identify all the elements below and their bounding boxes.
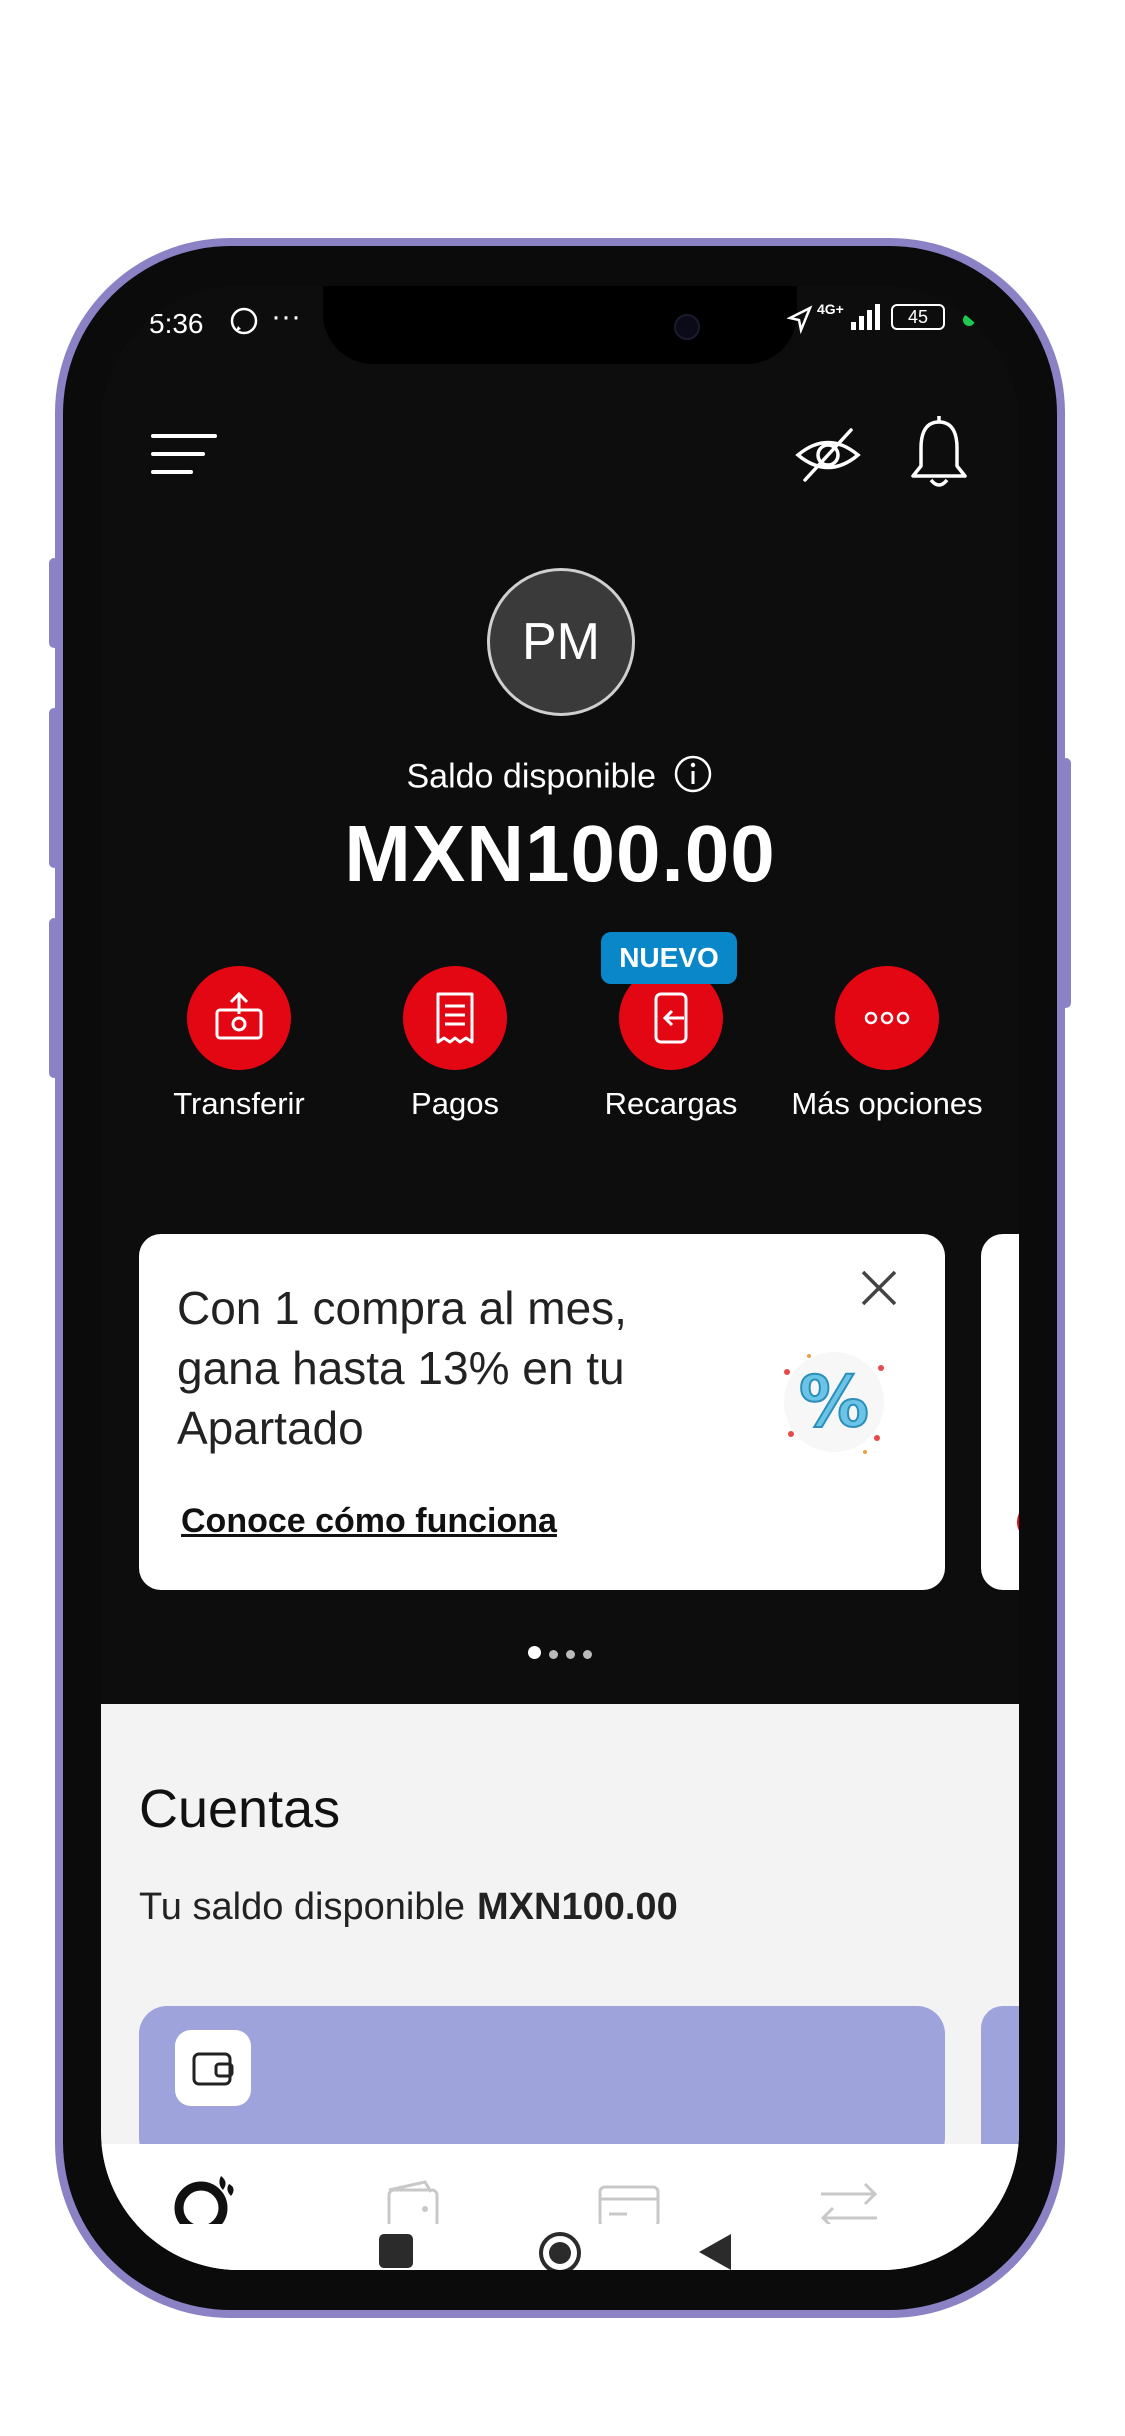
pagos-button[interactable] bbox=[403, 966, 507, 1070]
svg-text:%: % bbox=[799, 1361, 869, 1443]
next-promo-card-peek[interactable] bbox=[981, 1234, 1019, 1590]
transfer-button[interactable] bbox=[187, 966, 291, 1070]
transfer-label[interactable]: Transferir bbox=[139, 1086, 339, 1122]
carousel-dot[interactable] bbox=[566, 1650, 575, 1659]
nuevo-badge: NUEVO bbox=[601, 932, 737, 984]
phone-frame: 5:36 ··· 4G+ 45 PM Saldo disponible MXN1… bbox=[49, 238, 1071, 2318]
back-button-icon[interactable] bbox=[697, 2232, 733, 2270]
whatsapp-icon bbox=[229, 306, 259, 343]
active-dot-icon bbox=[963, 314, 975, 326]
accounts-balance-amount: MXN100.00 bbox=[477, 1886, 678, 1928]
pagos-label[interactable]: Pagos bbox=[355, 1086, 555, 1122]
home-button-icon[interactable] bbox=[537, 2230, 583, 2270]
transfer-icon bbox=[215, 991, 263, 1040]
eye-off-icon[interactable] bbox=[793, 420, 863, 495]
close-icon[interactable] bbox=[859, 1268, 899, 1313]
power-button bbox=[1061, 758, 1071, 1008]
balance-label: Saldo disponible bbox=[406, 757, 657, 796]
bell-icon[interactable] bbox=[909, 416, 969, 497]
accounts-balance-label: Tu saldo disponible bbox=[139, 1886, 466, 1928]
front-camera bbox=[674, 314, 700, 340]
carousel-dot[interactable] bbox=[583, 1650, 592, 1659]
signal-icon bbox=[849, 304, 883, 339]
mute-switch bbox=[49, 558, 59, 648]
network-type: 4G+ bbox=[817, 301, 844, 317]
recents-button-icon[interactable] bbox=[379, 2234, 413, 2268]
accounts-title: Cuentas bbox=[139, 1779, 341, 1839]
status-time: 5:36 bbox=[149, 308, 204, 339]
app-screen: 5:36 ··· 4G+ 45 PM Saldo disponible MXN1… bbox=[101, 286, 1019, 2270]
percent-badge-icon: % bbox=[769, 1342, 899, 1467]
phone-bezel: 5:36 ··· 4G+ 45 PM Saldo disponible MXN1… bbox=[63, 246, 1057, 2310]
next-account-card-peek[interactable] bbox=[981, 2006, 1019, 2166]
recargas-label[interactable]: Recargas bbox=[571, 1086, 771, 1122]
notch bbox=[323, 286, 797, 364]
hamburger-menu-icon[interactable] bbox=[151, 432, 217, 481]
next-promo-icon bbox=[1017, 1502, 1019, 1542]
phone-recharge-icon bbox=[654, 992, 688, 1044]
balance-amount: MXN100.00 bbox=[344, 809, 776, 898]
balance-label-row: Saldo disponible bbox=[101, 754, 1019, 803]
promo-link[interactable]: Conoce cómo funciona bbox=[181, 1502, 557, 1541]
battery-indicator: 45 bbox=[891, 304, 945, 330]
more-options-label[interactable]: Más opciones bbox=[787, 1086, 987, 1122]
profile-avatar[interactable]: PM bbox=[487, 568, 635, 716]
location-icon bbox=[786, 304, 813, 341]
wallet-icon bbox=[175, 2030, 251, 2106]
volume-down-button bbox=[49, 918, 59, 1078]
promo-card[interactable]: Con 1 compra al mes, gana hasta 13% en t… bbox=[139, 1234, 945, 1590]
receipt-icon bbox=[436, 992, 474, 1044]
more-options-icon bbox=[864, 1011, 910, 1025]
more-notifications-icon: ··· bbox=[271, 300, 301, 333]
accounts-balance-row: Tu saldo disponible MXN100.00 bbox=[139, 1886, 678, 1929]
carousel-pagination bbox=[101, 1646, 1019, 1664]
promo-text: Con 1 compra al mes, gana hasta 13% en t… bbox=[177, 1282, 627, 1454]
carousel-dot[interactable] bbox=[549, 1650, 558, 1659]
info-icon[interactable] bbox=[673, 754, 713, 803]
more-options-button[interactable] bbox=[835, 966, 939, 1070]
carousel-dot-active[interactable] bbox=[528, 1646, 541, 1659]
volume-up-button bbox=[49, 708, 59, 868]
account-card[interactable] bbox=[139, 2006, 945, 2166]
